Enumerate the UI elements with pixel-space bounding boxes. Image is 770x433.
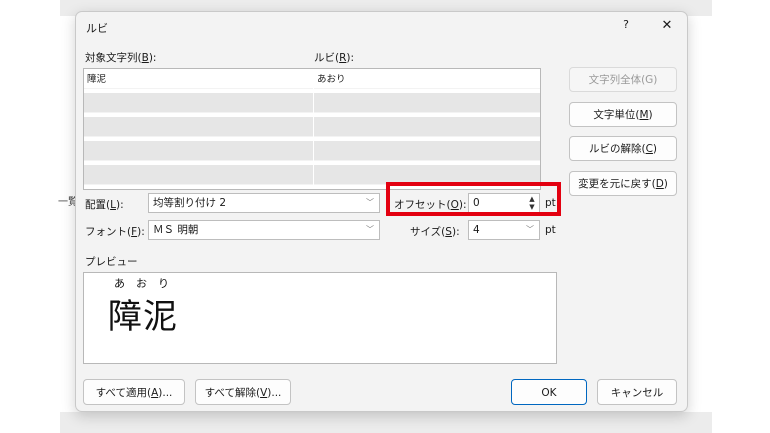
alignment-value: 均等割り付け 2 xyxy=(153,197,227,209)
remove-ruby-button[interactable]: ルビの解除(C) xyxy=(569,136,677,161)
base-text-field[interactable] xyxy=(84,141,313,161)
ok-button[interactable]: OK xyxy=(511,379,587,405)
size-select[interactable]: 4 ﹀ xyxy=(468,220,540,240)
alignment-label: 配置(L): xyxy=(85,199,124,211)
chevron-down-icon: ﹀ xyxy=(366,225,374,234)
ruby-text-field[interactable] xyxy=(314,141,540,161)
ruby-grid: 障泥 あおり xyxy=(83,68,541,190)
dialog-title: ルビ xyxy=(86,22,108,35)
chevron-down-icon: ﹀ xyxy=(366,198,374,207)
font-select[interactable]: ＭＳ 明朝 ﹀ xyxy=(148,220,380,240)
font-value: ＭＳ 明朝 xyxy=(153,224,199,236)
reset-changes-button[interactable]: 変更を元に戻す(D) xyxy=(569,171,677,196)
preview-box: あ お り 障泥 xyxy=(83,272,557,364)
cancel-button[interactable]: キャンセル xyxy=(597,379,677,405)
size-label: サイズ(S): xyxy=(410,226,460,238)
offset-highlight-box xyxy=(386,182,561,216)
background-window-footer xyxy=(60,412,712,433)
chevron-down-icon: ﹀ xyxy=(526,225,534,234)
size-value: 4 xyxy=(473,224,480,236)
base-text-field[interactable]: 障泥 xyxy=(84,69,313,89)
apply-all-button[interactable]: すべて適用(A)... xyxy=(83,379,185,405)
close-button[interactable]: ✕ xyxy=(655,18,679,36)
base-text-label: 対象文字列(B): xyxy=(85,52,157,64)
preview-label: プレビュー xyxy=(85,256,138,268)
help-button[interactable]: ? xyxy=(616,18,636,36)
size-unit: pt xyxy=(545,224,556,236)
whole-string-button[interactable]: 文字列全体(G) xyxy=(569,67,677,92)
base-text-field[interactable] xyxy=(84,93,313,113)
ruby-dialog: ルビ ? ✕ 対象文字列(B): ルビ(R): 障泥 あおり 文字列全体(G) … xyxy=(75,11,688,412)
ruby-text-field[interactable]: あおり xyxy=(314,69,540,89)
remove-all-button[interactable]: すべて解除(V)... xyxy=(195,379,291,405)
ruby-text-label: ルビ(R): xyxy=(314,52,355,64)
preview-base-text: 障泥 xyxy=(108,297,178,337)
alignment-select[interactable]: 均等割り付け 2 ﹀ xyxy=(148,193,380,213)
font-label: フォント(F): xyxy=(85,226,145,238)
base-text-field[interactable] xyxy=(84,165,313,185)
ruby-text-field[interactable] xyxy=(314,93,540,113)
ruby-text-field[interactable] xyxy=(314,117,540,137)
base-text-field[interactable] xyxy=(84,117,313,137)
per-character-button[interactable]: 文字単位(M) xyxy=(569,102,677,127)
